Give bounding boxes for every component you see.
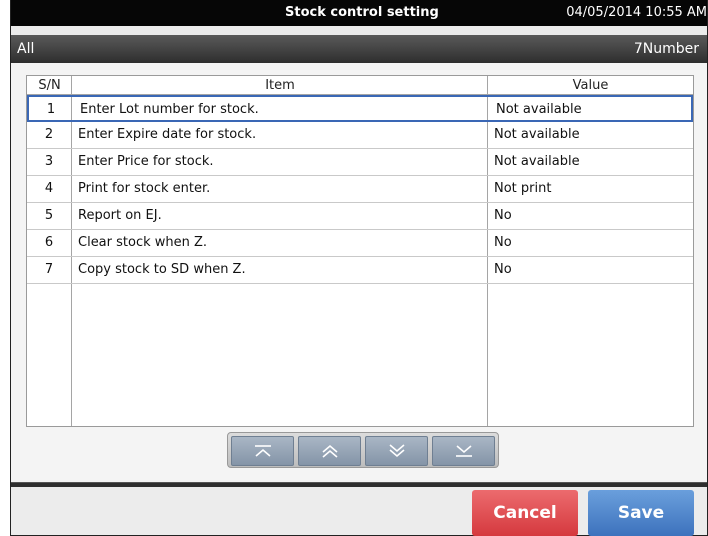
page-down-button[interactable] bbox=[365, 436, 428, 466]
row-item: Clear stock when Z. bbox=[78, 235, 208, 250]
row-sn: 5 bbox=[44, 208, 54, 223]
item-count: 7Number bbox=[633, 41, 699, 57]
row-sn: 3 bbox=[44, 154, 54, 169]
row-sn: 7 bbox=[44, 262, 54, 277]
row-sn: 6 bbox=[44, 235, 54, 250]
row-sn: 1 bbox=[46, 102, 56, 117]
page-up-button[interactable] bbox=[298, 436, 361, 466]
last-page-button[interactable] bbox=[432, 436, 495, 466]
filter-label[interactable]: All bbox=[17, 41, 34, 57]
row-item: Enter Lot number for stock. bbox=[80, 102, 259, 117]
row-value: No bbox=[494, 208, 512, 223]
page-bottom-icon bbox=[455, 445, 472, 457]
table-row[interactable]: 7 Copy stock to SD when Z. No bbox=[27, 257, 693, 284]
row-item: Print for stock enter. bbox=[78, 181, 211, 196]
row-item: Enter Expire date for stock. bbox=[78, 127, 257, 142]
row-item: Copy stock to SD when Z. bbox=[78, 262, 246, 277]
page-up-icon bbox=[321, 444, 338, 458]
settings-table: S/N Item Value 1 Enter Lot number for st… bbox=[26, 75, 694, 427]
row-item: Enter Price for stock. bbox=[78, 154, 214, 169]
window-title: Stock control setting bbox=[285, 5, 439, 20]
row-value: No bbox=[494, 235, 512, 250]
page-top-icon bbox=[254, 445, 271, 457]
row-value: Not available bbox=[494, 127, 580, 142]
row-value: Not available bbox=[494, 154, 580, 169]
row-value: Not print bbox=[494, 181, 552, 196]
pagination-controls bbox=[227, 432, 499, 468]
save-button[interactable]: Save bbox=[588, 490, 694, 536]
table-row[interactable]: 4 Print for stock enter. Not print bbox=[27, 176, 693, 203]
table-row[interactable]: 5 Report on EJ. No bbox=[27, 203, 693, 230]
column-header-value: Value bbox=[488, 76, 693, 95]
row-sn: 2 bbox=[44, 127, 54, 142]
row-value: No bbox=[494, 262, 512, 277]
row-item: Report on EJ. bbox=[78, 208, 162, 223]
column-header-sn: S/N bbox=[27, 76, 72, 95]
cancel-button[interactable]: Cancel bbox=[472, 490, 578, 536]
table-row[interactable]: 2 Enter Expire date for stock. Not avail… bbox=[27, 122, 693, 149]
filter-bar: All 7Number bbox=[11, 35, 707, 63]
table-row[interactable]: 3 Enter Price for stock. Not available bbox=[27, 149, 693, 176]
row-value: Not available bbox=[496, 102, 582, 117]
title-bar: Stock control setting 04/05/2014 10:55 A… bbox=[11, 0, 707, 26]
settings-panel: S/N Item Value 1 Enter Lot number for st… bbox=[11, 63, 707, 487]
first-page-button[interactable] bbox=[231, 436, 294, 466]
table-row[interactable]: 1 Enter Lot number for stock. Not availa… bbox=[27, 95, 693, 122]
page-down-icon bbox=[388, 444, 405, 458]
datetime: 04/05/2014 10:55 AM bbox=[566, 5, 707, 20]
app-window: Stock control setting 04/05/2014 10:55 A… bbox=[10, 0, 708, 536]
table-row[interactable]: 6 Clear stock when Z. No bbox=[27, 230, 693, 257]
column-header-item: Item bbox=[72, 76, 488, 95]
row-sn: 4 bbox=[44, 181, 54, 196]
